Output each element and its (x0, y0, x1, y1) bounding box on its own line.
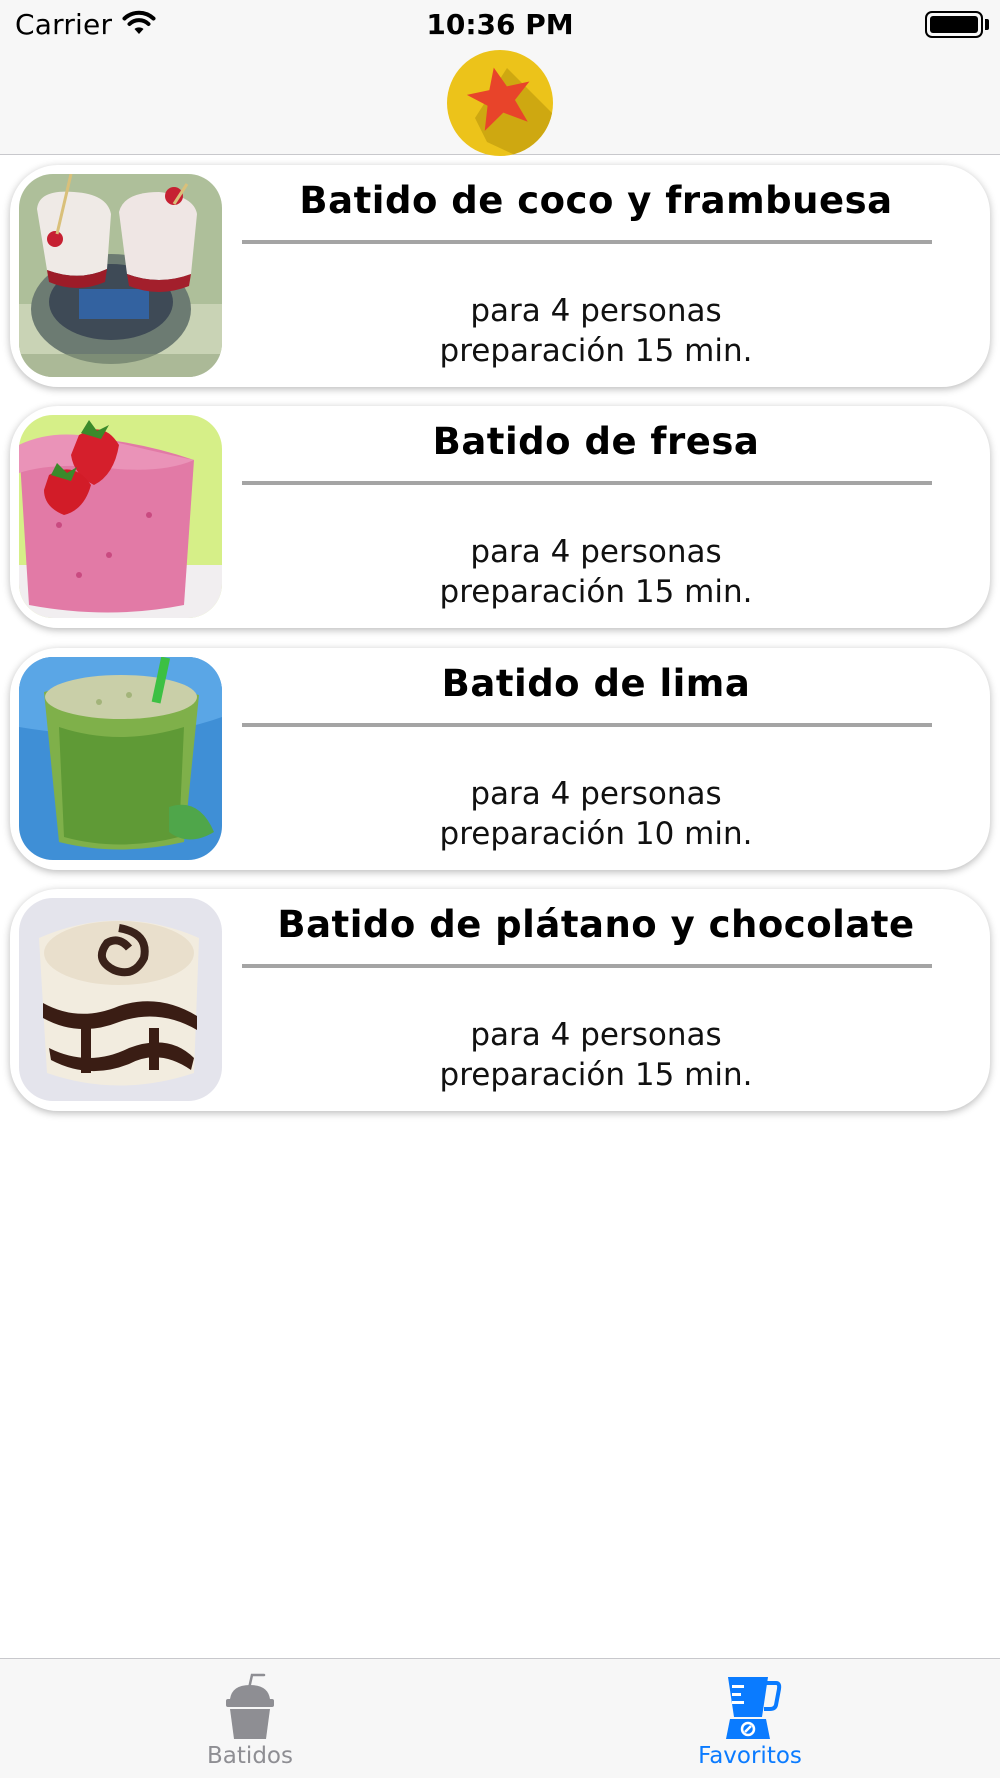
tab-label: Favoritos (698, 1743, 802, 1769)
recipe-prep-time: preparación 15 min. (439, 574, 753, 610)
lime-shake-photo (19, 657, 222, 860)
battery-nub (985, 19, 989, 30)
tab-label: Batidos (207, 1743, 293, 1769)
recipe-title: Batido de lima (441, 662, 751, 705)
recipe-prep-time: preparación 15 min. (439, 333, 753, 369)
recipe-prep-time: preparación 15 min. (439, 1057, 753, 1093)
recipe-card[interactable]: Batido de fresa para 4 personas preparac… (10, 406, 990, 628)
blender-icon (726, 1677, 782, 1739)
recipe-card[interactable]: Batido de plátano y chocolate para 4 per… (10, 889, 990, 1111)
recipe-servings: para 4 personas (470, 776, 722, 812)
strawberry-shake-photo (19, 415, 222, 618)
star-badge-icon (447, 50, 553, 156)
tab-bar: Batidos Favoritos (0, 1658, 1000, 1778)
recipe-card[interactable]: Batido de coco y frambuesa para 4 person… (10, 165, 990, 387)
status-bar: Carrier 10:36 PM (0, 0, 1000, 50)
title-divider (242, 240, 932, 244)
coconut-raspberry-shake-photo (19, 174, 222, 377)
tab-batidos[interactable]: Batidos (0, 1659, 500, 1778)
battery-icon (925, 11, 983, 38)
cup-icon (226, 1673, 274, 1739)
tab-favoritos[interactable]: Favoritos (500, 1659, 1000, 1778)
recipe-servings: para 4 personas (470, 1017, 722, 1053)
recipe-prep-time: preparación 10 min. (439, 816, 753, 852)
banana-chocolate-shake-photo (19, 898, 222, 1101)
recipe-servings: para 4 personas (470, 293, 722, 329)
title-divider (242, 481, 932, 485)
recipe-title: Batido de coco y frambuesa (299, 179, 893, 222)
recipe-card[interactable]: Batido de lima para 4 personas preparaci… (10, 648, 990, 870)
recipe-title: Batido de plátano y chocolate (277, 903, 915, 946)
recipe-servings: para 4 personas (470, 534, 722, 570)
title-divider (242, 723, 932, 727)
recipe-title: Batido de fresa (432, 420, 760, 463)
clock: 10:36 PM (426, 8, 574, 41)
title-divider (242, 964, 932, 968)
navigation-bar (0, 50, 1000, 156)
